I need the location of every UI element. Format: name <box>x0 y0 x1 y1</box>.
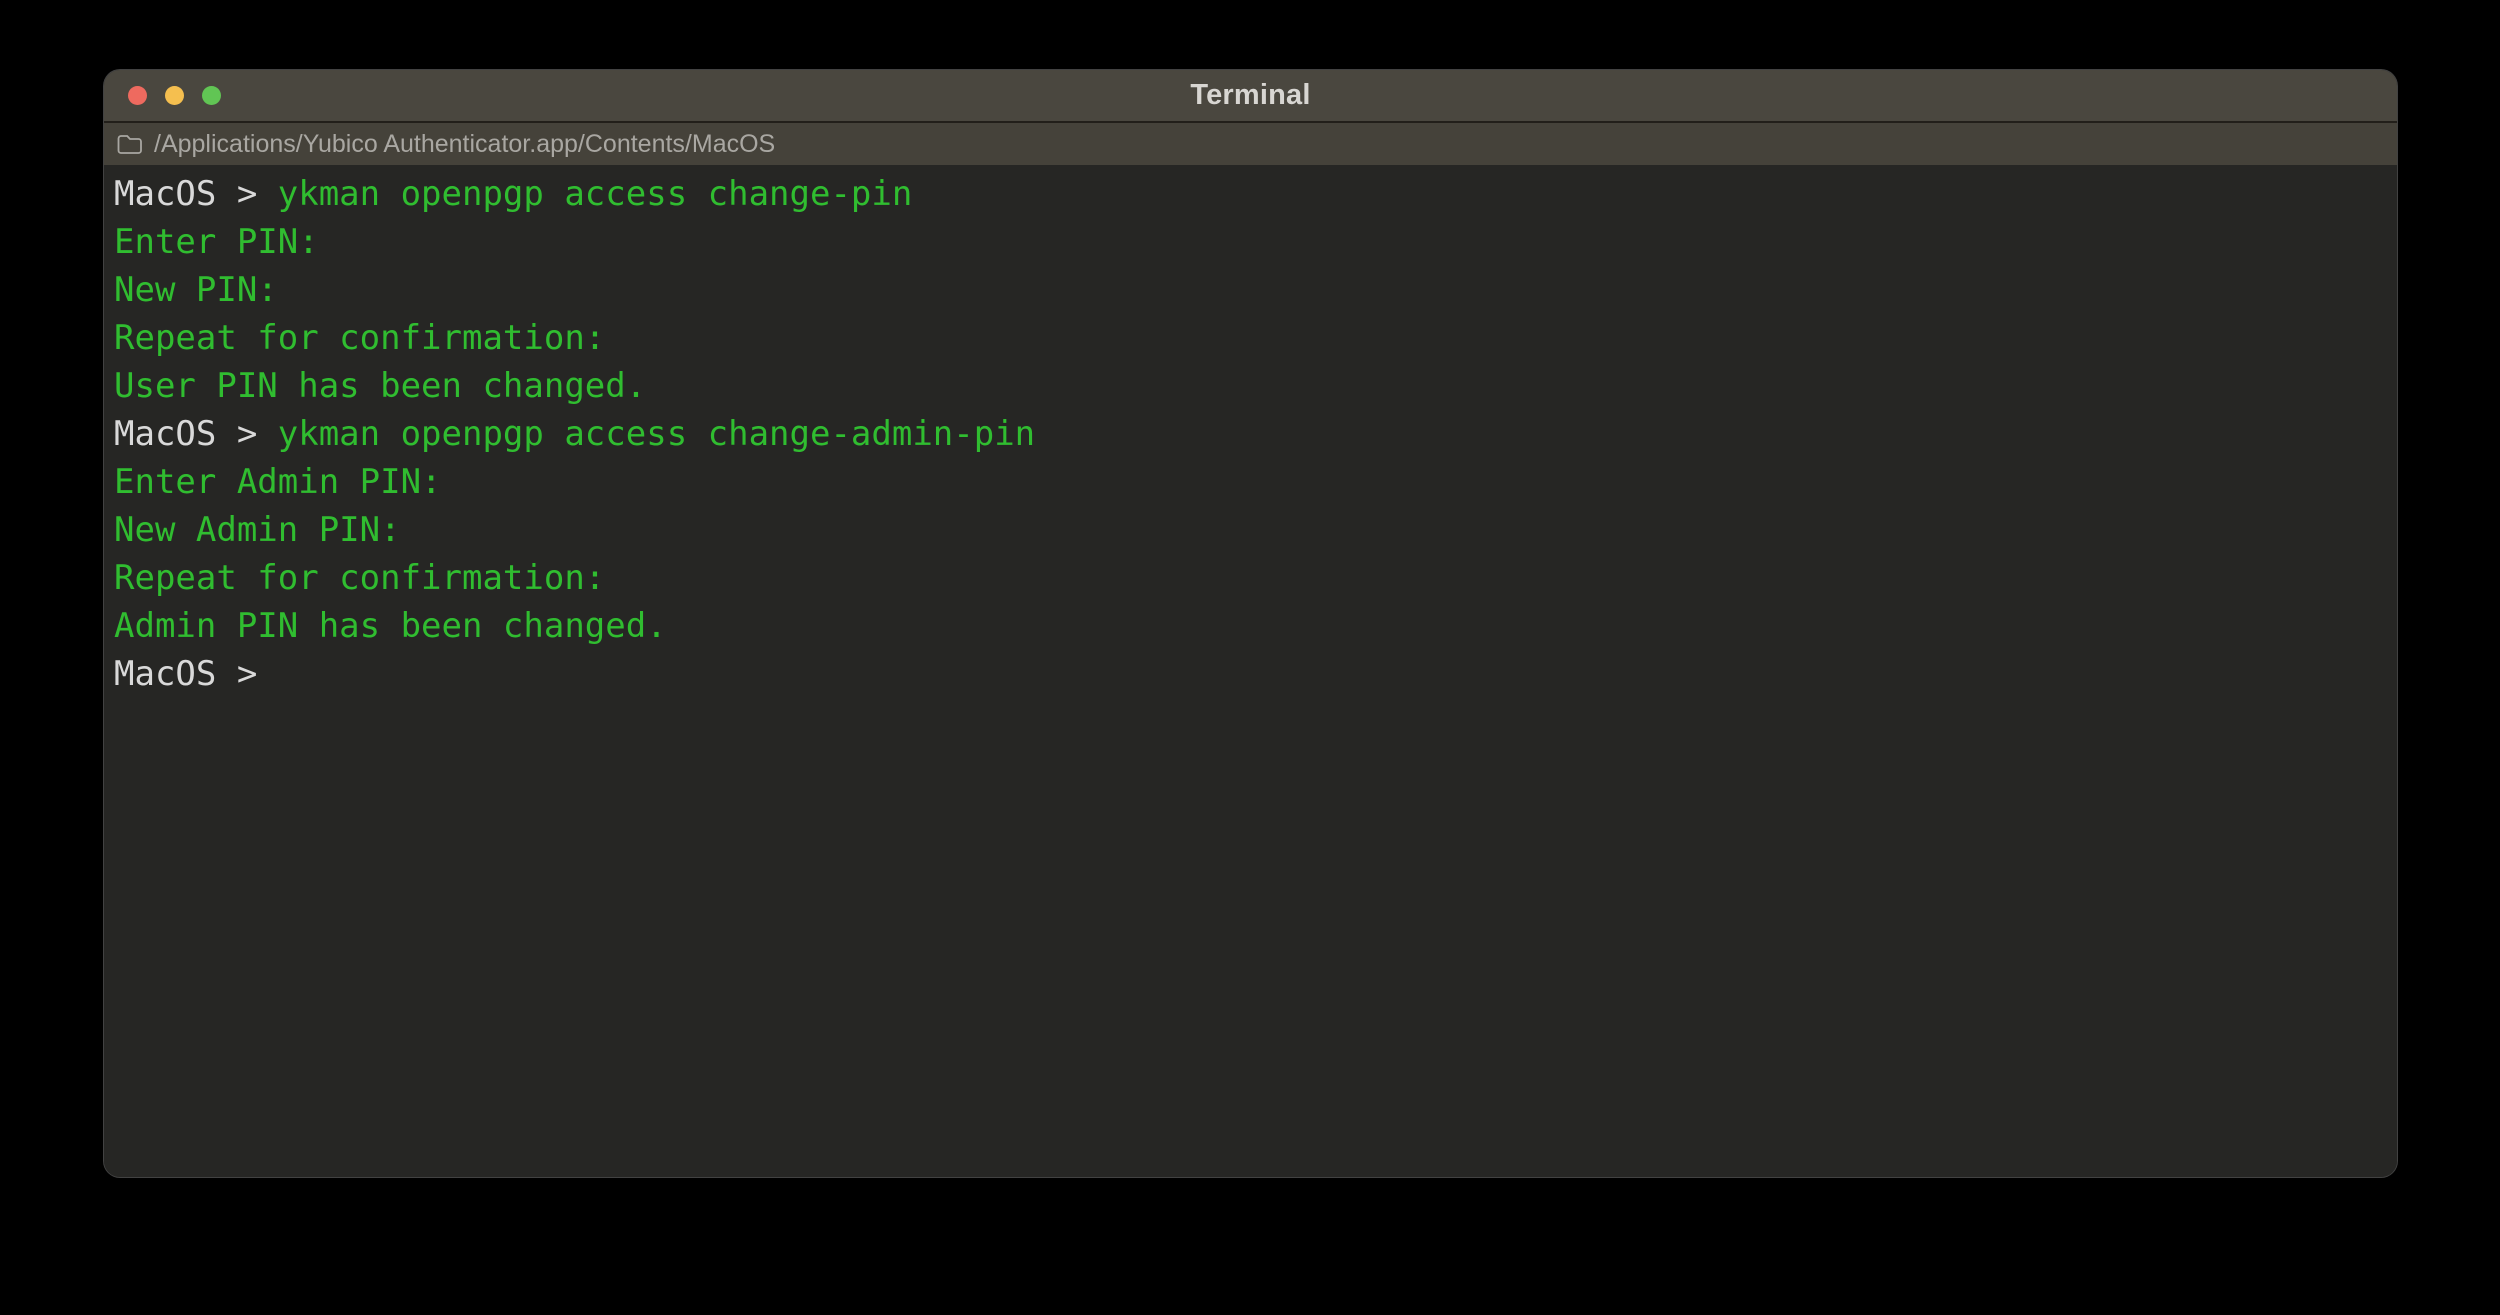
terminal-line: MacOS > ykman openpgp access change-pin <box>114 170 2387 218</box>
terminal-line: Repeat for confirmation: <box>114 314 2387 362</box>
terminal-line: Enter PIN: <box>114 218 2387 266</box>
minimize-button[interactable] <box>165 86 184 105</box>
traffic-lights <box>128 70 221 121</box>
output-text: New Admin PIN: <box>114 510 401 550</box>
output-text: New PIN: <box>114 270 278 310</box>
prompt-text: MacOS > <box>114 414 278 454</box>
terminal-line: Admin PIN has been changed. <box>114 602 2387 650</box>
path-bar[interactable]: /Applications/Yubico Authenticator.app/C… <box>104 121 2397 165</box>
terminal-window: Terminal /Applications/Yubico Authentica… <box>104 70 2397 1177</box>
output-text: Repeat for confirmation: <box>114 558 606 598</box>
terminal-output[interactable]: MacOS > ykman openpgp access change-pin E… <box>104 165 2397 1177</box>
prompt-text: MacOS > <box>114 654 278 694</box>
output-text: Enter Admin PIN: <box>114 462 442 502</box>
title-bar[interactable]: Terminal <box>104 70 2397 121</box>
terminal-line: New PIN: <box>114 266 2387 314</box>
zoom-button[interactable] <box>202 86 221 105</box>
working-directory-path: /Applications/Yubico Authenticator.app/C… <box>154 129 776 158</box>
terminal-line: Enter Admin PIN: <box>114 458 2387 506</box>
prompt-text: MacOS > <box>114 174 278 214</box>
terminal-line: New Admin PIN: <box>114 506 2387 554</box>
output-text: Admin PIN has been changed. <box>114 606 667 646</box>
terminal-line: Repeat for confirmation: <box>114 554 2387 602</box>
terminal-line: MacOS > ykman openpgp access change-admi… <box>114 410 2387 458</box>
terminal-line: User PIN has been changed. <box>114 362 2387 410</box>
command-text: ykman openpgp access change-admin-pin <box>277 414 1036 454</box>
output-text: User PIN has been changed. <box>114 366 647 406</box>
terminal-line: MacOS > <box>114 650 2387 698</box>
output-text: Enter PIN: <box>114 222 319 262</box>
window-title: Terminal <box>1190 79 1311 111</box>
folder-icon <box>116 133 143 156</box>
close-button[interactable] <box>128 86 147 105</box>
command-text: ykman openpgp access change-pin <box>277 174 913 214</box>
output-text: Repeat for confirmation: <box>114 318 606 358</box>
